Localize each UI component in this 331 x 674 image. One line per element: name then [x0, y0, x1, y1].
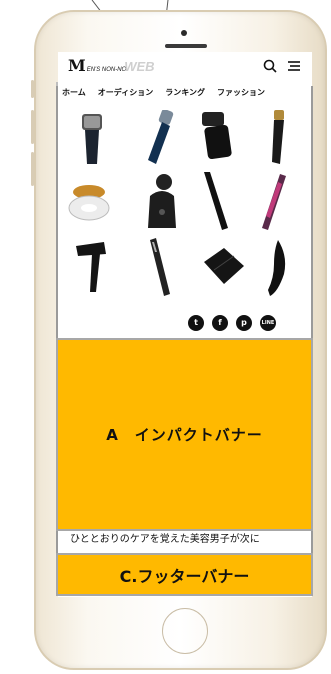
volume-down-button	[31, 152, 34, 186]
category-nav: ホーム オーディション ランキング ファッション	[58, 84, 312, 102]
shaver-case-image	[202, 112, 232, 159]
tab-fashion[interactable]: ファッション	[217, 84, 265, 102]
beard-trimmer-image	[150, 238, 170, 296]
site-logo[interactable]: M EN'S NON-NO WEB	[68, 58, 155, 74]
side-button	[31, 80, 34, 98]
trimmer-image	[272, 110, 284, 164]
line-share-icon[interactable]: LINE	[260, 315, 276, 331]
logo-web: WEB	[124, 59, 155, 74]
impact-banner[interactable]: A インパクトバナー	[56, 338, 313, 531]
impact-banner-label: A インパクトバナー	[106, 426, 263, 444]
electric-shaver-image	[148, 110, 174, 164]
logo-main: M	[68, 56, 86, 75]
article-caption: ひととおりのケアを覚えた美容男子が次に	[70, 534, 260, 545]
tab-home[interactable]: ホーム	[62, 84, 86, 102]
earpiece-speaker	[165, 44, 207, 48]
neck-massager-image	[68, 185, 110, 221]
tab-ranking[interactable]: ランキング	[165, 84, 205, 102]
site-header: M EN'S NON-NO WEB	[58, 52, 312, 82]
pinterest-share-icon[interactable]: p	[236, 315, 252, 331]
shaver-product-image	[82, 114, 102, 164]
travel-pouch-image	[204, 248, 244, 284]
footer-banner[interactable]: C.フッターバナー	[56, 553, 313, 596]
nose-trimmer-image	[268, 240, 286, 296]
front-camera	[181, 30, 187, 36]
facebook-share-icon[interactable]: f	[212, 315, 228, 331]
product-image-grid	[58, 106, 312, 306]
straightener-image	[262, 174, 286, 230]
footer-banner-label: C.フッターバナー	[119, 566, 250, 586]
hair-dryer-image	[76, 242, 106, 292]
logo-small: EN'S NON-NO	[86, 67, 127, 73]
home-button[interactable]	[162, 608, 208, 654]
facial-device-image	[148, 174, 176, 228]
menu-icon[interactable]	[286, 58, 302, 74]
tab-audition[interactable]: オーディション	[98, 84, 153, 102]
twitter-share-icon[interactable]: t	[188, 315, 204, 331]
hair-iron-image	[204, 172, 228, 230]
volume-up-button	[31, 110, 34, 144]
search-icon[interactable]	[262, 58, 278, 74]
